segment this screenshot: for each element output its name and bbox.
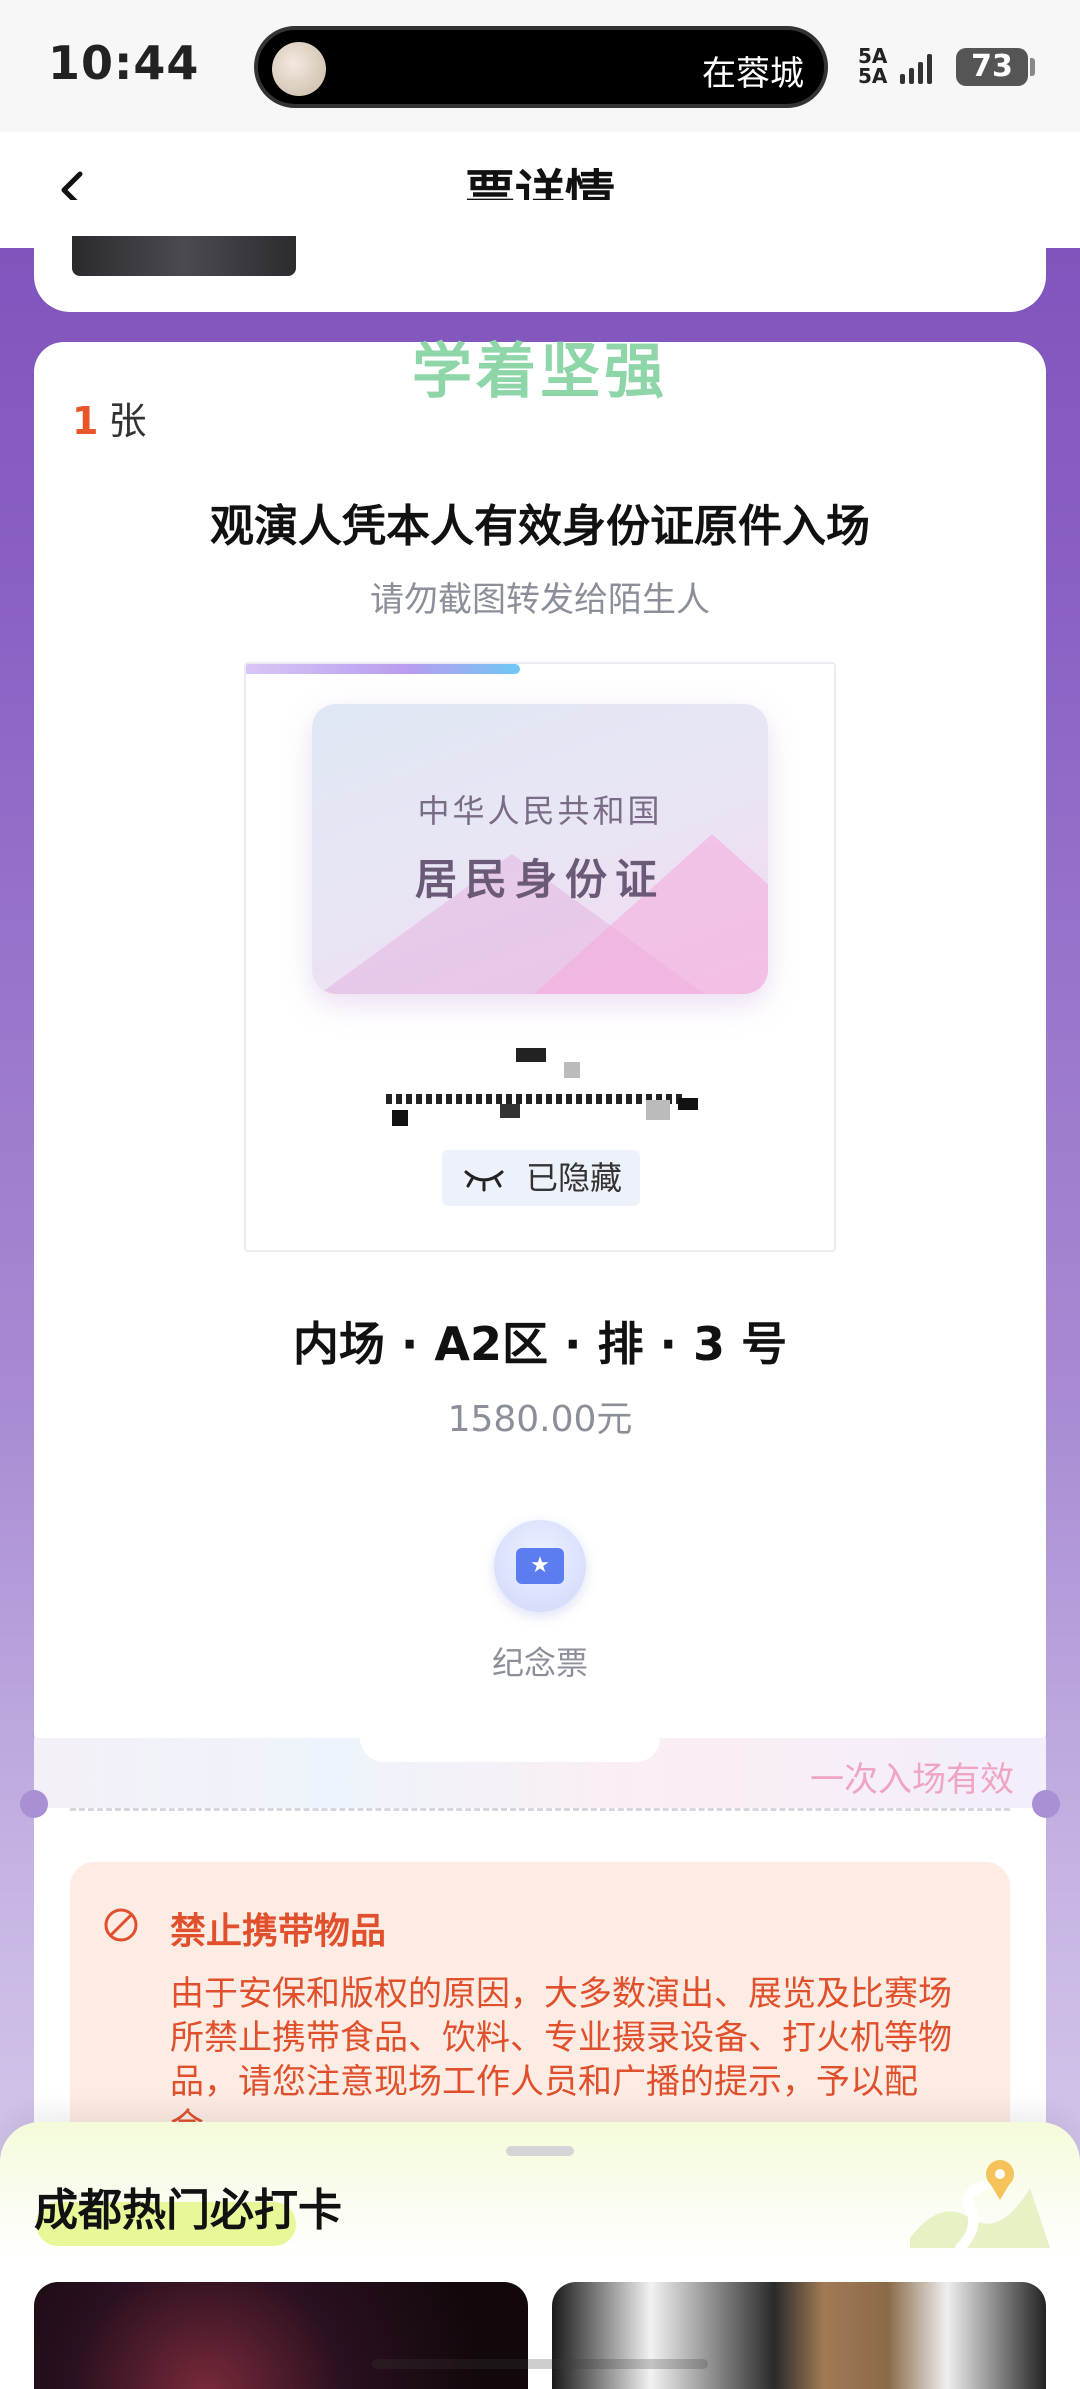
sheet-title: 成都热门必打卡 bbox=[34, 2185, 342, 2236]
ticket-count-number: 1 bbox=[72, 399, 99, 443]
entry-notice-sub: 请勿截图转发给陌生人 bbox=[370, 580, 710, 620]
redacted-mark bbox=[386, 1094, 686, 1104]
warning-title: 禁止携带物品 bbox=[170, 1911, 387, 1952]
id-card-country: 中华人民共和国 bbox=[417, 792, 663, 830]
hidden-label: 已隐藏 bbox=[525, 1159, 622, 1197]
battery-icon: 73 bbox=[956, 48, 1028, 86]
recommendation-sheet[interactable]: 成都热门必打卡 bbox=[0, 2122, 1080, 2389]
ticket-notch-right bbox=[1032, 1790, 1060, 1818]
redacted-mark bbox=[500, 1104, 520, 1118]
seat-info: 内场 · A2区 · 排 · 3 号 bbox=[292, 1317, 788, 1371]
closed-eye-icon bbox=[464, 1170, 504, 1192]
redacted-mark bbox=[392, 1110, 408, 1126]
redacted-mark bbox=[646, 1100, 670, 1120]
ticket-price: 1580.00元 bbox=[447, 1399, 633, 1440]
souvenir-ticket-label[interactable]: 纪念票 bbox=[34, 1638, 1046, 1684]
battery-tip bbox=[1030, 58, 1035, 76]
ticket-card: 学着坚强 1张 观演人凭本人有效身份证原件入场 请勿截图转发给陌生人 中华人民共… bbox=[34, 342, 1046, 1762]
home-indicator[interactable] bbox=[372, 2359, 708, 2369]
id-verification-box: 中华人民共和国 居民身份证 已隐藏 bbox=[244, 662, 836, 1252]
ticket-motto: 学着坚强 bbox=[412, 337, 668, 407]
status-bar: 10:44 在蓉城 5A 5A 73 bbox=[0, 0, 1080, 132]
toggle-hidden-button[interactable]: 已隐藏 bbox=[442, 1150, 640, 1206]
ticket-count-unit: 张 bbox=[108, 399, 147, 443]
progress-bar bbox=[246, 664, 520, 674]
ban-icon bbox=[104, 1908, 138, 1942]
divider-tab bbox=[360, 1738, 660, 1762]
sheet-grabber[interactable] bbox=[506, 2146, 574, 2156]
map-pin-icon bbox=[910, 2160, 1050, 2253]
network-label: 5A 5A bbox=[858, 46, 887, 86]
redacted-mark bbox=[564, 1062, 580, 1078]
status-time: 10:44 bbox=[48, 36, 200, 90]
network-top: 5A bbox=[858, 44, 888, 68]
ticket-count: 1张 bbox=[72, 390, 146, 445]
attraction-photo[interactable] bbox=[34, 2282, 528, 2389]
poster-image bbox=[72, 236, 296, 276]
island-text: 在蓉城 bbox=[702, 54, 804, 94]
entry-notice-title: 观演人凭本人有效身份证原件入场 bbox=[210, 501, 870, 552]
ticket-notch-left bbox=[20, 1790, 48, 1818]
id-card-image: 中华人民共和国 居民身份证 bbox=[312, 704, 768, 994]
id-card-type: 居民身份证 bbox=[414, 855, 665, 904]
network-bottom: 5A bbox=[858, 64, 888, 88]
ticket-star-icon[interactable]: ★ bbox=[494, 1520, 586, 1612]
show-info-card[interactable] bbox=[34, 200, 1046, 312]
dynamic-island[interactable]: 在蓉城 bbox=[254, 26, 828, 108]
prohibited-items-notice: 禁止携带物品 由于安保和版权的原因，大多数演出、展览及比赛场所禁止携带食品、饮料… bbox=[70, 1862, 1010, 2162]
redacted-mark bbox=[678, 1098, 698, 1110]
avatar bbox=[272, 42, 326, 96]
once-valid-label: 一次入场有效 bbox=[810, 1760, 1014, 1800]
ticket-detail-screen: 10:44 在蓉城 5A 5A 73 票详情 学着坚强 1张 观演人凭本人有效身… bbox=[0, 0, 1080, 2389]
redacted-mark bbox=[516, 1048, 546, 1062]
signal-icon bbox=[900, 48, 940, 84]
dashed-divider bbox=[70, 1808, 1010, 1811]
attraction-photo[interactable] bbox=[552, 2282, 1046, 2389]
